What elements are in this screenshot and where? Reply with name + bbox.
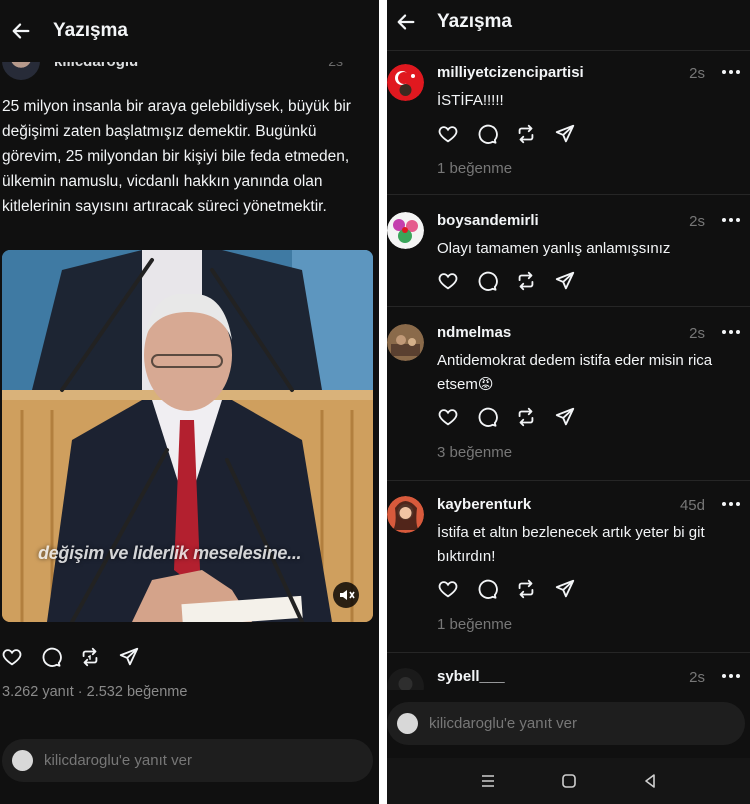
comment-likes[interactable]: 1 beğenme [437, 616, 512, 633]
comment-text: İstifa et altın bezlenecek artık yeter b… [437, 524, 705, 565]
divider [387, 652, 750, 653]
post-stats[interactable]: 3.262 yanıt · 2.532 beğenme [2, 684, 187, 700]
comment-text: Antidemokrat dedem istifa eder misin ric… [437, 352, 713, 393]
divider [387, 306, 750, 307]
user-avatar[interactable] [387, 324, 424, 361]
comment-text: İSTİFA!!!!! [437, 92, 504, 109]
repost-icon[interactable] [515, 406, 537, 428]
comment-time: 45d [679, 497, 705, 514]
comment-actions [437, 406, 593, 428]
share-icon[interactable] [118, 646, 140, 668]
user-avatar[interactable] [387, 668, 424, 690]
more-icon[interactable] [720, 324, 742, 340]
comment-time: 2s [689, 213, 705, 230]
post-actions [1, 646, 157, 668]
repost-icon[interactable] [79, 646, 101, 668]
system-nav-bar [387, 758, 750, 804]
reply-placeholder: kilicdaroglu'e yanıt ver [44, 752, 192, 769]
reply-placeholder: kilicdaroglu'e yanıt ver [429, 715, 577, 732]
comment-time: 2s [689, 669, 705, 686]
share-icon[interactable] [554, 406, 576, 428]
comment-icon[interactable] [476, 123, 498, 145]
home-square-icon[interactable] [560, 772, 578, 790]
thread-left-panel: Yazışma kilicdaroglu 2s 25 milyon insanl… [0, 0, 379, 804]
comment-actions [437, 578, 593, 600]
left-header: Yazışma [0, 0, 379, 62]
heart-icon[interactable] [437, 270, 459, 292]
mute-icon[interactable] [333, 582, 359, 608]
comment-text: Olayı tamamen yanlış anlamışsınız [437, 240, 671, 257]
repost-icon[interactable] [515, 123, 537, 145]
comment-icon[interactable] [40, 646, 62, 668]
comment-likes[interactable]: 1 beğenme [437, 160, 512, 177]
more-icon[interactable] [720, 64, 742, 80]
user-avatar[interactable] [387, 64, 424, 101]
comment-item: milliyetcizencipartisi 2s İSTİFA!!!!! 1 … [387, 64, 750, 194]
heart-icon[interactable] [437, 123, 459, 145]
comment-username[interactable]: sybell___ [437, 668, 505, 685]
comment-username[interactable]: milliyetcizencipartisi [437, 64, 584, 81]
repost-icon[interactable] [515, 270, 537, 292]
back-arrow-icon[interactable] [395, 11, 417, 33]
reply-input[interactable]: kilicdaroglu'e yanıt ver [2, 739, 373, 782]
comment-username[interactable]: ndmelmas [437, 324, 511, 341]
post-video[interactable]: değişim ve liderlik meselesine... [2, 250, 373, 622]
share-icon[interactable] [554, 270, 576, 292]
comment-item: boysandemirli 2s Olayı tamamen yanlış an… [387, 212, 750, 302]
user-avatar [12, 750, 33, 771]
menu-icon[interactable] [479, 772, 497, 790]
user-avatar[interactable] [387, 496, 424, 533]
share-icon[interactable] [554, 123, 576, 145]
comment-username[interactable]: boysandemirli [437, 212, 539, 229]
share-icon[interactable] [554, 578, 576, 600]
comment-likes[interactable]: 3 beğenme [437, 444, 512, 461]
post-text: 25 milyon insanla bir araya gelebildiyse… [2, 98, 351, 215]
comment-icon[interactable] [476, 578, 498, 600]
repost-icon[interactable] [515, 578, 537, 600]
heart-icon[interactable] [437, 578, 459, 600]
divider [387, 480, 750, 481]
page-title: Yazışma [53, 20, 128, 41]
comment-item: sybell___ 2s [387, 668, 750, 690]
divider [387, 194, 750, 195]
page-title: Yazışma [437, 11, 512, 32]
comment-time: 2s [689, 65, 705, 82]
comment-time: 2s [689, 325, 705, 342]
comment-actions [437, 270, 593, 292]
user-avatar[interactable] [387, 212, 424, 249]
more-icon[interactable] [720, 496, 742, 512]
more-icon[interactable] [720, 668, 742, 684]
more-icon[interactable] [720, 212, 742, 228]
divider [387, 50, 750, 51]
back-arrow-icon[interactable] [10, 20, 32, 42]
thread-right-panel: Yazışma milliyetcizencipartisi 2s İSTİFA… [387, 0, 750, 804]
comment-item: kayberenturk 45d İstifa et altın bezlene… [387, 496, 750, 646]
comment-item: ndmelmas 2s Antidemokrat dedem istifa ed… [387, 324, 750, 474]
back-triangle-icon[interactable] [641, 772, 659, 790]
comment-icon[interactable] [476, 270, 498, 292]
comment-actions [437, 123, 593, 145]
heart-icon[interactable] [437, 406, 459, 428]
comment-icon[interactable] [476, 406, 498, 428]
video-frame-illustration [2, 250, 373, 622]
heart-icon[interactable] [1, 646, 23, 668]
right-header: Yazışma [387, 0, 750, 44]
user-avatar [397, 713, 418, 734]
video-caption: değişim ve liderlik meselesine... [38, 543, 302, 563]
comment-username[interactable]: kayberenturk [437, 496, 531, 513]
reply-input[interactable]: kilicdaroglu'e yanıt ver [387, 702, 745, 745]
